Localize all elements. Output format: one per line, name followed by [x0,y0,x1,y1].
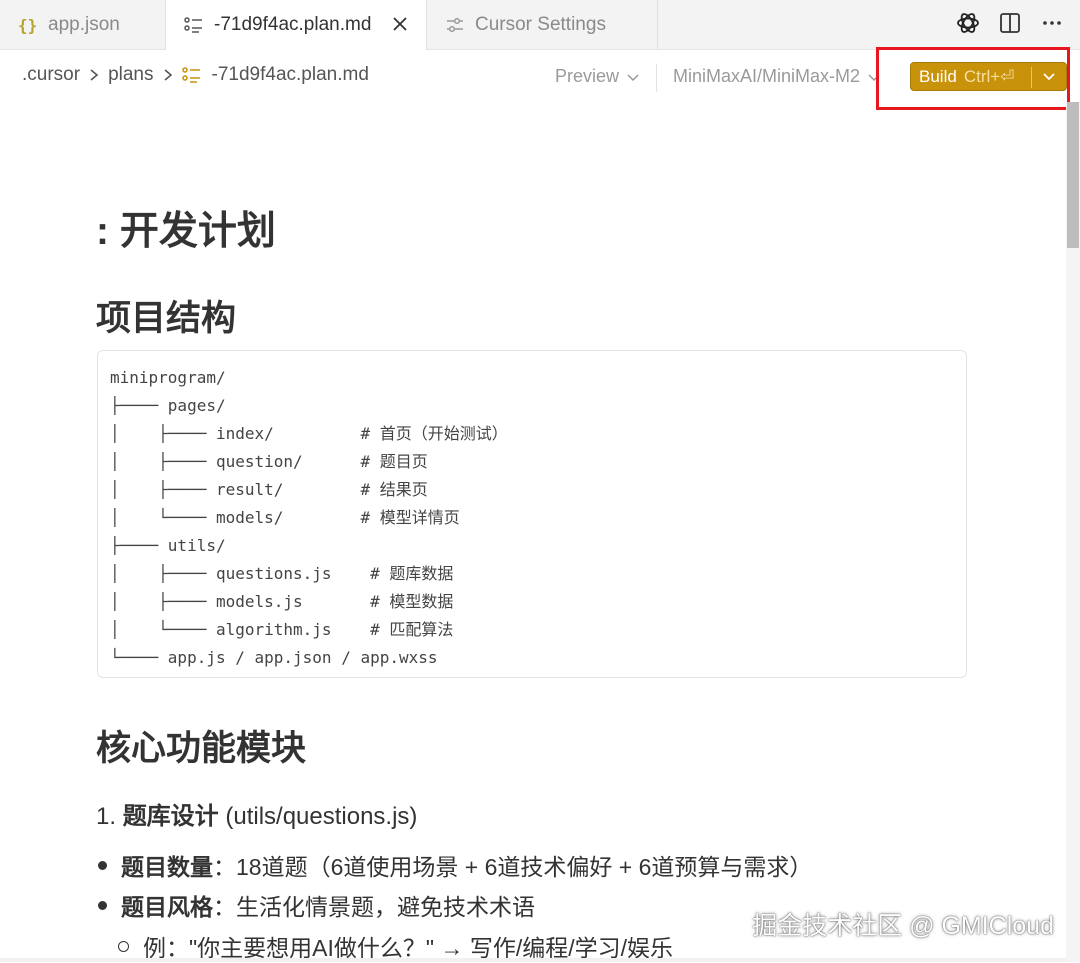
subsection-title: 题库设计 [122,803,219,830]
code-block-content: miniprogram/ ├──── pages/ │ ├──── index/… [110,368,508,667]
scrollbar-thumb[interactable] [1067,102,1079,248]
tab-label: app.json [48,13,120,35]
subsection-path: (utils/questions.js) [218,803,418,830]
breadcrumb: .cursor plans -71d9f4ac.plan.md [22,64,369,86]
bullet-dot [98,900,107,910]
bullet-ring [118,940,129,952]
list-item-label: 题目数量 [121,854,213,880]
watermark: 掘金技术社区 @ GMICloud [752,912,1054,940]
close-icon[interactable] [388,12,412,36]
list-item-text: ：生活化情景题，避免技术术语 [213,894,535,920]
bottom-edge [0,958,1066,962]
preview-label: Preview [555,66,620,86]
list-item: 题目风格 ：生活化情景题，避免技术术语 [96,888,535,922]
breadcrumb-item-cursor[interactable]: .cursor [22,64,80,86]
chevron-right-icon [89,68,99,82]
bullet-dot [98,860,107,870]
annotation-highlight-box [876,47,1070,110]
list-item-text: ：18道题（6道使用场景 + 6道技术偏好 + 6道预算与需求） [213,854,813,880]
plan-list-icon [181,66,202,84]
tab-plan-md[interactable]: -71d9f4ac.plan.md [166,0,427,50]
code-block: miniprogram/ ├──── pages/ │ ├──── index/… [97,350,967,678]
tab-label: Cursor Settings [475,13,606,35]
chevron-down-icon [627,66,639,87]
chevron-right-icon [163,68,173,82]
tab-cursor-settings[interactable]: Cursor Settings [427,0,658,49]
list-item-label: 题目风格 [121,894,213,920]
openai-logo-icon[interactable] [954,9,982,37]
more-actions-icon[interactable] [1038,9,1066,37]
subsection-number: 1. [96,803,123,830]
split-editor-icon[interactable] [996,9,1024,37]
tab-label: -71d9f4ac.plan.md [214,14,372,35]
model-selector[interactable]: MiniMaxAI/MiniMax-M2 [673,66,880,87]
doc-title: : 开发计划 [96,210,276,253]
subsection-heading-questions: 1. 题库设计 (utils/questions.js) [96,796,417,831]
tab-app-json[interactable]: {} app.json [0,0,166,49]
json-braces-icon: {} [18,16,38,34]
section-heading-structure: 项目结构 [96,299,237,338]
plan-list-icon [184,16,204,34]
svg-text:{}: {} [18,16,37,34]
breadcrumb-item-plans[interactable]: plans [108,64,153,86]
settings-sliders-icon [445,16,465,34]
toolbar-divider [656,64,657,92]
editor-tab-bar: {} app.json -71d9f4ac.plan.md Cursor Set… [0,0,1080,50]
breadcrumb-item-file[interactable]: -71d9f4ac.plan.md [212,64,369,86]
preview-dropdown[interactable]: Preview [555,66,639,87]
model-label: MiniMaxAI/MiniMax-M2 [673,66,861,86]
list-item: 题目数量 ：18道题（6道使用场景 + 6道技术偏好 + 6道预算与需求） [96,848,812,882]
section-heading-modules: 核心功能模块 [96,729,307,768]
tab-bar-actions [954,9,1066,37]
